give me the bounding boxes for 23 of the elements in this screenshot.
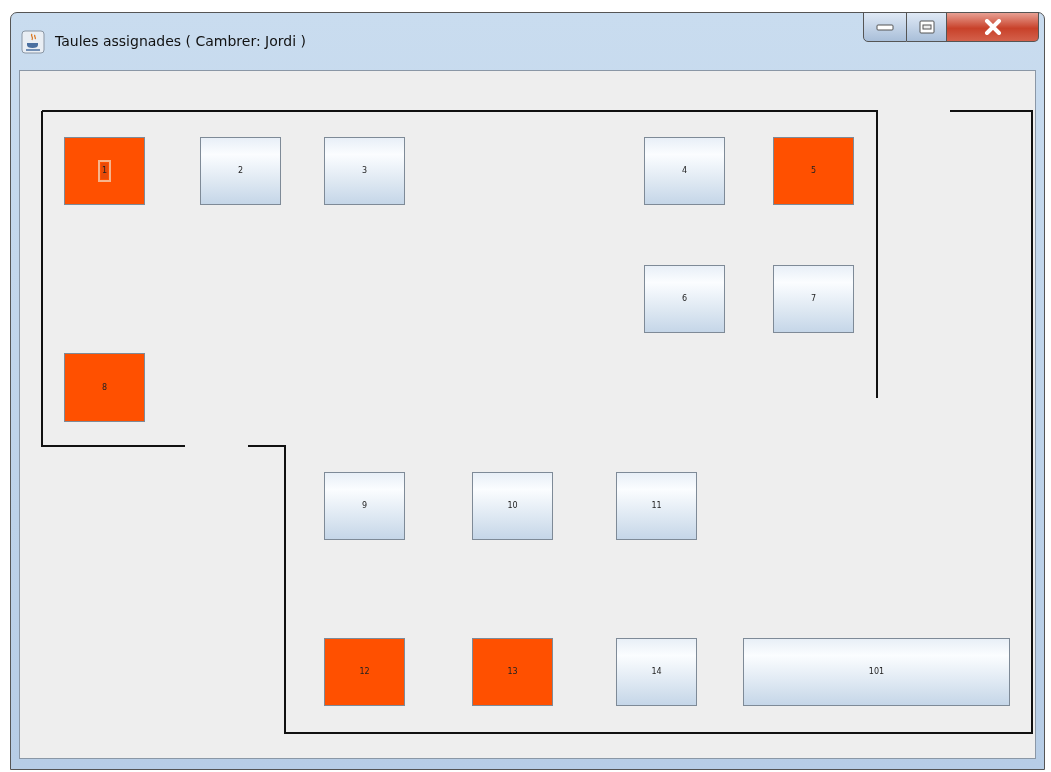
table-button[interactable]: 101	[743, 638, 1010, 706]
maximize-icon	[918, 20, 935, 34]
table-button[interactable]: 10	[472, 472, 553, 540]
close-button[interactable]	[947, 12, 1039, 42]
table-button[interactable]: 2	[200, 137, 281, 205]
minimize-icon	[876, 23, 894, 31]
table-button[interactable]: 6	[644, 265, 725, 333]
table-button[interactable]: 14	[616, 638, 697, 706]
table-button[interactable]: 3	[324, 137, 405, 205]
window-title: Taules assignades ( Cambrer: Jordi )	[55, 32, 306, 51]
table-button[interactable]: 5	[773, 137, 854, 205]
table-button[interactable]: 7	[773, 265, 854, 333]
table-button[interactable]: 9	[324, 472, 405, 540]
table-button[interactable]: 12	[324, 638, 405, 706]
table-button[interactable]: 8	[64, 353, 145, 422]
table-button[interactable]: 13	[472, 638, 553, 706]
minimize-button[interactable]	[863, 12, 907, 42]
table-button[interactable]: 1	[64, 137, 145, 205]
maximize-button[interactable]	[907, 12, 947, 42]
close-icon	[983, 19, 1002, 35]
table-button[interactable]: 4	[644, 137, 725, 205]
coffee-cup-icon	[21, 29, 45, 54]
table-button[interactable]: 11	[616, 472, 697, 540]
